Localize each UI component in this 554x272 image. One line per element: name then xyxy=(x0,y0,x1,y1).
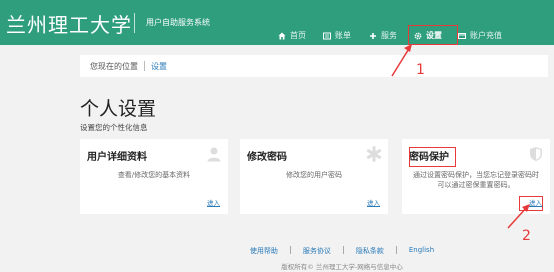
nav-service[interactable]: 服务 xyxy=(369,28,397,43)
shield-icon xyxy=(528,146,544,162)
footer-divider xyxy=(342,246,344,254)
breadcrumb-current[interactable]: 设置 xyxy=(151,61,167,72)
card-title: 修改密码 xyxy=(247,152,287,163)
nav-recharge[interactable]: 账户充值 xyxy=(458,28,502,43)
annotation-number-2: 2 xyxy=(522,228,531,244)
card-user-profile[interactable]: 用户详细资料 查看/修改您的基本资料 进入 xyxy=(80,139,228,214)
service-icon xyxy=(369,32,377,40)
enter-link[interactable]: 进入 xyxy=(367,197,380,207)
card-description: 查看/修改您的基本资料 xyxy=(117,171,191,179)
user-icon xyxy=(206,146,222,162)
breadcrumb-separator xyxy=(144,61,145,71)
card-title: 用户详细资料 xyxy=(87,152,147,163)
nav-recharge-label: 账户充值 xyxy=(470,31,502,40)
annotation-box-settings xyxy=(408,25,458,45)
home-icon xyxy=(278,32,286,40)
bill-icon xyxy=(323,32,331,40)
annotation-number-1: 1 xyxy=(416,62,425,78)
card-icon xyxy=(458,32,466,40)
footer-link-terms[interactable]: 服务协议 xyxy=(303,246,331,256)
logo-divider xyxy=(134,13,135,33)
footer-divider xyxy=(289,246,291,254)
footer-link-privacy[interactable]: 隐私条款 xyxy=(356,246,384,256)
card-change-password[interactable]: 修改密码 修改您的用户密码 进入 xyxy=(240,139,388,214)
system-subtitle: 用户自助服务系统 xyxy=(146,18,210,27)
footer-link-english[interactable]: English xyxy=(409,246,434,256)
annotation-box-card-title xyxy=(409,147,456,167)
asterisk-icon xyxy=(366,146,382,162)
nav-bill[interactable]: 账单 xyxy=(323,28,351,43)
annotation-arrowhead-1 xyxy=(404,44,412,52)
nav-bill-label: 账单 xyxy=(335,31,351,40)
enter-link[interactable]: 进入 xyxy=(207,197,220,207)
card-description: 通过设置密码保护，当您忘记登录密码时可以通过密保重置密码。 xyxy=(413,171,539,189)
breadcrumb: 您现在的位置 设置 xyxy=(80,55,548,77)
footer-links: 使用帮助 服务协议 隐私条款 English xyxy=(0,246,554,256)
top-header: 兰州理工大学 用户自助服务系统 首页 账单 服务 设置 账户充值 xyxy=(0,0,554,45)
page-title: 个人设置 xyxy=(80,98,157,120)
site-logo[interactable]: 兰州理工大学 xyxy=(6,9,132,38)
nav-home[interactable]: 首页 xyxy=(278,28,306,43)
copyright-text: 版权所有© 兰州理工大学-网络与信息中心 xyxy=(281,263,403,271)
page-description: 设置您的个性化信息 xyxy=(80,123,148,132)
nav-service-label: 服务 xyxy=(381,31,397,40)
card-description: 修改您的用户密码 xyxy=(286,171,342,179)
footer-link-help[interactable]: 使用帮助 xyxy=(250,246,278,256)
breadcrumb-prefix: 您现在的位置 xyxy=(90,61,138,71)
nav-home-label: 首页 xyxy=(290,31,306,40)
annotation-box-enter-link xyxy=(519,196,543,211)
footer-divider xyxy=(395,246,397,254)
